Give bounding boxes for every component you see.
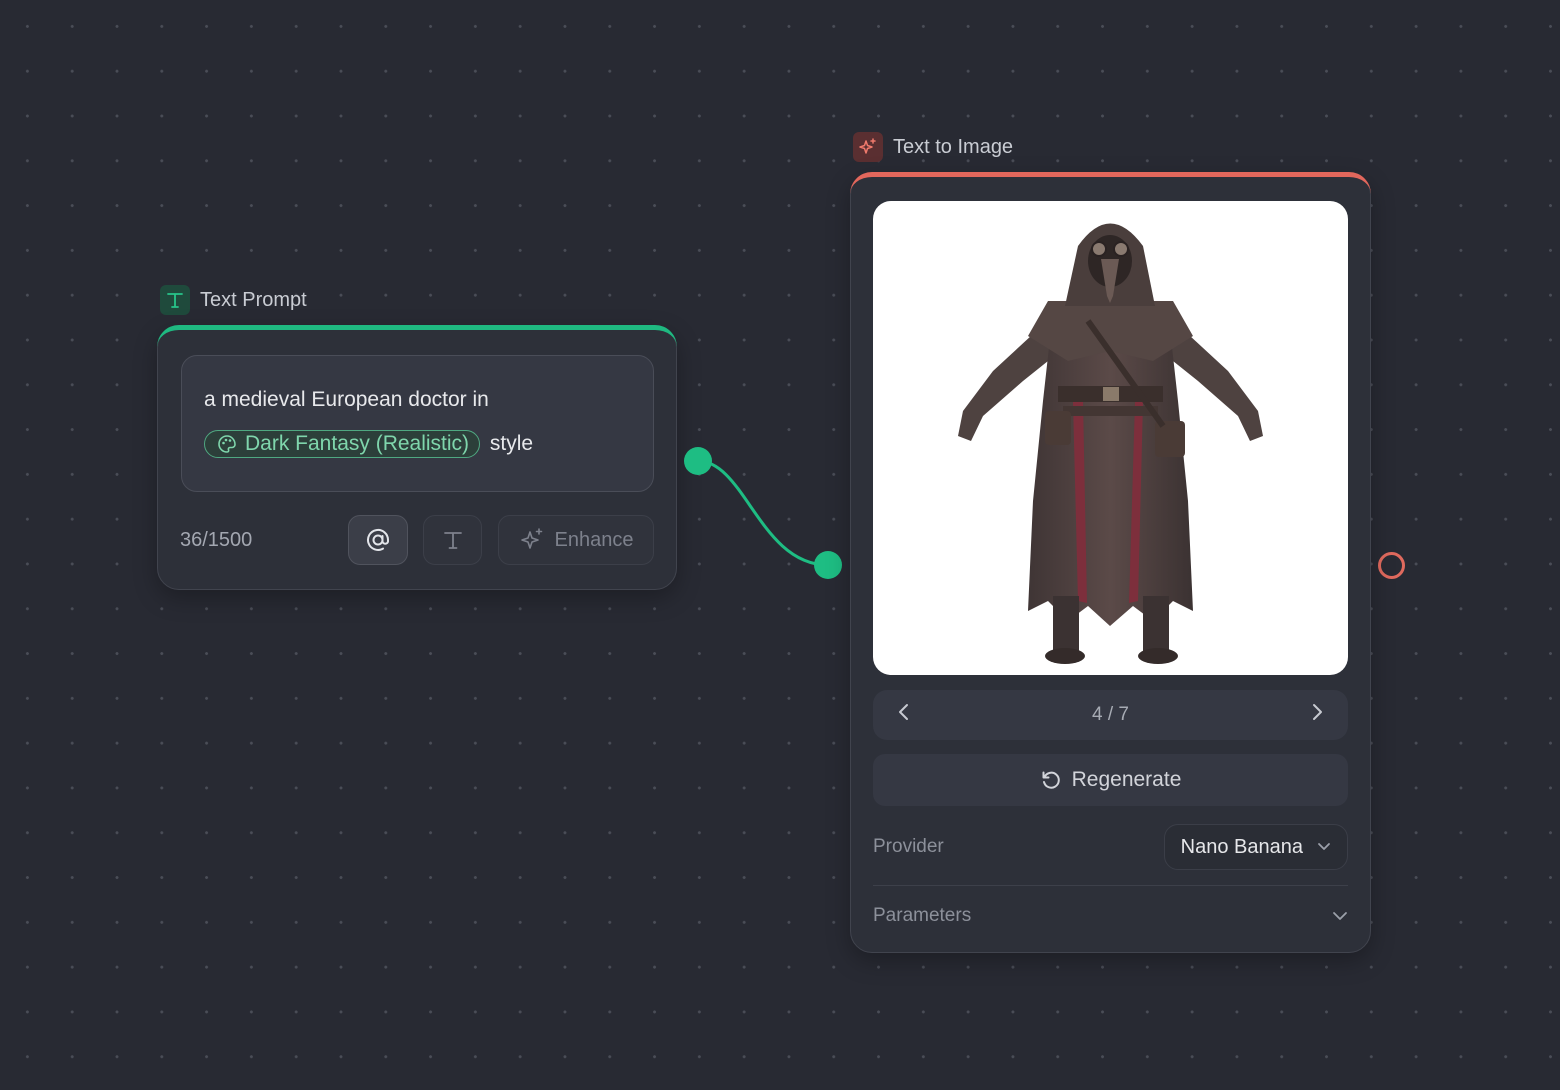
prompt-input[interactable]: a medieval European doctor in Dark Fanta… [181, 355, 654, 492]
enhance-sparkle-icon [520, 528, 542, 549]
image-pager: 4 / 7 [873, 690, 1348, 740]
text-format-icon [443, 532, 462, 549]
text-icon [160, 285, 190, 315]
provider-label: Provider [873, 836, 944, 857]
mention-button[interactable] [348, 515, 408, 565]
text-format-button[interactable] [423, 515, 482, 565]
regenerate-button[interactable]: Regenerate [873, 754, 1348, 806]
regenerate-label: Regenerate [1071, 768, 1182, 791]
pager-label: 4 / 7 [1092, 704, 1129, 725]
node-title: Text to Image [893, 135, 1014, 158]
image-node-input-port[interactable] [814, 551, 842, 579]
image-node-output-port[interactable] [1378, 552, 1405, 579]
enhance-label: Enhance [554, 528, 634, 551]
char-counter: 36/1500 [180, 529, 253, 551]
parameters-label: Parameters [873, 905, 972, 926]
plague-doctor-figure [958, 223, 1263, 664]
palette-icon [218, 435, 236, 454]
divider [873, 885, 1348, 886]
style-chip-label: Dark Fantasy (Realistic) [245, 432, 470, 456]
text-prompt-node[interactable]: a medieval European doctor in Dark Fanta… [157, 325, 677, 590]
sparkle-icon [853, 132, 883, 162]
text-to-image-node[interactable]: 4 / 7 Regenerate Provider Nano Banana Pa… [850, 172, 1371, 953]
text-prompt-output-port[interactable] [684, 447, 712, 475]
at-icon [367, 528, 390, 551]
chevron-left-icon[interactable] [897, 703, 911, 727]
prompt-text: a medieval European doctor in [204, 388, 489, 411]
provider-select[interactable]: Nano Banana [1163, 824, 1348, 870]
chevron-down-icon [1318, 843, 1330, 850]
text-prompt-node-header[interactable]: Text Prompt [160, 285, 307, 315]
provider-value: Nano Banana [1180, 835, 1303, 858]
text-to-image-node-header[interactable]: Text to Image [853, 132, 1013, 162]
enhance-button[interactable]: Enhance [498, 515, 654, 565]
parameters-toggle[interactable]: Parameters [873, 896, 1348, 936]
chevron-right-icon[interactable] [1310, 703, 1324, 727]
provider-row: Provider Nano Banana [873, 822, 1348, 872]
regenerate-icon [1042, 771, 1060, 789]
style-chip[interactable]: Dark Fantasy (Realistic) [204, 430, 481, 459]
chevron-down-icon [1333, 912, 1347, 920]
generated-image[interactable] [873, 201, 1348, 675]
prompt-text-suffix: style [489, 432, 534, 455]
node-title: Text Prompt [200, 288, 307, 311]
